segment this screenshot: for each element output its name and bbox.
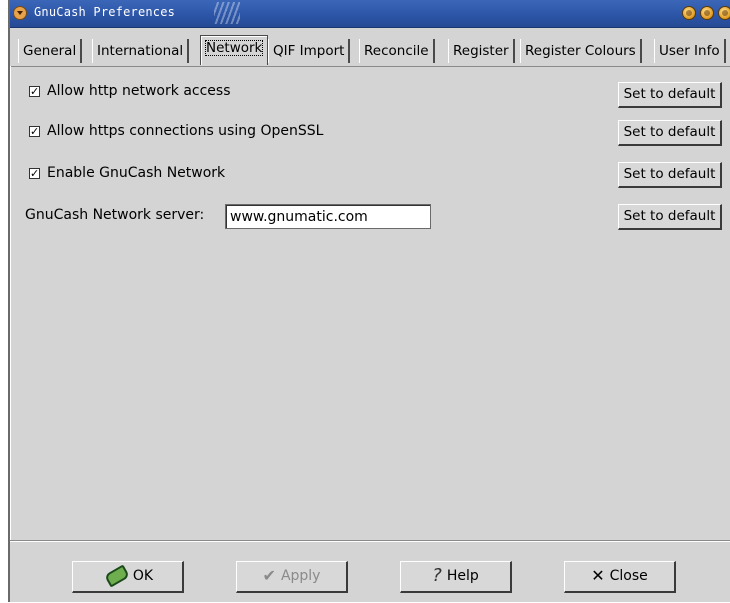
server-label: GnuCash Network server: (25, 207, 205, 223)
server-row: GnuCash Network server: (25, 204, 445, 229)
tab-label: Network (205, 40, 264, 56)
ok-button[interactable]: OK (72, 561, 184, 593)
help-label: Help (446, 568, 479, 584)
window-menu-icon[interactable] (13, 6, 27, 20)
hand-ok-icon (102, 566, 128, 586)
http-checkbox[interactable]: ✓ (29, 86, 40, 97)
tab-label: User Info (659, 43, 720, 59)
x-close-icon: ✕ (591, 566, 605, 585)
tab-bar: General International Network QIF Import… (10, 31, 730, 67)
tab-network[interactable]: Network (200, 35, 269, 65)
tab-label: International (97, 43, 184, 59)
title-bar[interactable]: GnuCash Preferences (10, 0, 730, 28)
https-default-button[interactable]: Set to default (618, 120, 722, 146)
tab-user-info[interactable]: User Info (654, 39, 726, 63)
http-label: Allow http network access (47, 83, 231, 99)
tab-reconcile[interactable]: Reconcile (359, 39, 435, 63)
tab-label: Register Colours (525, 43, 636, 59)
checkmark-icon: ✔ (262, 566, 276, 585)
network-default-button[interactable]: Set to default (618, 162, 722, 188)
apply-button[interactable]: ✔ Apply (236, 561, 348, 593)
close-label: Close (609, 568, 648, 584)
network-label: Enable GnuCash Network (47, 165, 226, 181)
minimize-icon[interactable] (682, 6, 696, 20)
network-checkbox[interactable]: ✓ (29, 168, 40, 179)
tab-label: QIF Import (273, 43, 345, 59)
ok-label: OK (132, 568, 154, 584)
tab-international[interactable]: International (92, 39, 190, 63)
titlebar-decoration (214, 2, 240, 24)
question-icon: ? (432, 565, 442, 586)
tab-label: Reconcile (364, 43, 429, 59)
maximize-icon[interactable] (700, 6, 714, 20)
tab-qif-import[interactable]: QIF Import (268, 39, 351, 63)
server-default-button[interactable]: Set to default (618, 204, 722, 230)
tab-register-colours[interactable]: Register Colours (520, 39, 642, 63)
close-window-icon[interactable] (718, 6, 730, 20)
tab-register[interactable]: Register (448, 39, 515, 63)
server-input[interactable] (225, 204, 431, 229)
close-button[interactable]: ✕ Close (564, 561, 676, 593)
tab-label: General (23, 43, 77, 59)
dialog-button-bar: OK ✔ Apply ? Help ✕ Close (10, 540, 730, 603)
window-title: GnuCash Preferences (34, 5, 176, 19)
network-panel: ✓ Allow http network access Set to defau… (10, 66, 730, 540)
preferences-window: GnuCash Preferences General Internationa… (8, 0, 730, 602)
https-label: Allow https connections using OpenSSL (47, 123, 324, 139)
https-checkbox[interactable]: ✓ (29, 126, 40, 137)
tab-label: Register (453, 43, 509, 59)
help-button[interactable]: ? Help (400, 561, 512, 593)
apply-label: Apply (280, 568, 321, 584)
tab-general[interactable]: General (18, 39, 83, 63)
http-default-button[interactable]: Set to default (618, 82, 722, 108)
